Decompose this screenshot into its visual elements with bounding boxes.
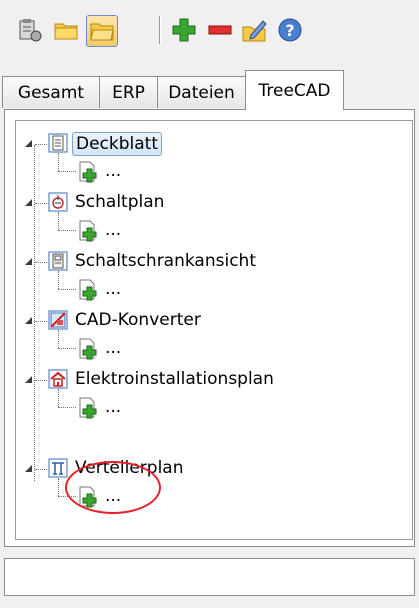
properties-icon <box>19 19 42 42</box>
distribution-icon <box>48 458 68 478</box>
expander-icon[interactable] <box>25 140 32 147</box>
tree-node-schaltplan[interactable]: Schaltplan <box>16 190 396 216</box>
add-item-icon <box>79 220 97 242</box>
add-item-icon <box>79 161 97 183</box>
add-icon <box>172 18 196 42</box>
folder-active-icon <box>90 23 114 41</box>
folder-active-button[interactable] <box>86 15 118 47</box>
expander-icon[interactable] <box>25 376 32 383</box>
tree-node-label[interactable]: CAD-Konverter <box>72 309 204 333</box>
help-button[interactable]: ? <box>274 14 306 46</box>
document-icon <box>48 133 68 153</box>
tree-child-add[interactable]: ... <box>16 212 216 242</box>
cad-converter-icon <box>48 310 68 330</box>
tree-child-label: ... <box>105 338 122 358</box>
add-button[interactable] <box>168 14 200 46</box>
tree-child-add[interactable]: ... <box>16 153 216 183</box>
cabinet-icon <box>48 251 68 271</box>
tree-child-label: ... <box>105 279 122 299</box>
properties-button[interactable] <box>14 14 46 46</box>
tree-node-schaltschrankansicht[interactable]: Schaltschrankansicht <box>16 249 396 275</box>
edit-button[interactable] <box>238 14 270 46</box>
tab-erp[interactable]: ERP <box>99 76 158 108</box>
tree-child-add[interactable]: ... <box>16 389 216 419</box>
expander-icon[interactable] <box>25 258 32 265</box>
toolbar-separator <box>159 16 161 44</box>
tree-child-add[interactable]: ... <box>16 271 216 301</box>
tree-node-label[interactable]: Schaltplan <box>72 191 167 215</box>
expander-icon[interactable] <box>25 465 32 472</box>
tree-node-label[interactable]: Deckblatt <box>72 132 163 156</box>
help-icon: ? <box>278 18 302 42</box>
edit-icon <box>242 20 267 42</box>
tab-dateien[interactable]: Dateien <box>157 76 246 108</box>
add-item-icon <box>79 397 97 419</box>
tree-node-deckblatt[interactable]: Deckblatt <box>16 131 396 157</box>
house-icon <box>48 369 68 389</box>
add-item-icon <box>79 279 97 301</box>
tree-node-label[interactable]: Schaltschrankansicht <box>72 250 259 274</box>
tree-child-label: ... <box>105 397 122 417</box>
toolbar: ? <box>0 0 419 62</box>
tree-node-cad-konverter[interactable]: CAD-Konverter <box>16 308 396 334</box>
tree-child-label: ... <box>105 220 122 240</box>
expander-icon[interactable] <box>25 317 32 324</box>
remove-icon <box>208 25 232 35</box>
svg-text:?: ? <box>285 21 294 40</box>
tree-node-elektroinstallationsplan[interactable]: Elektroinstallationsplan <box>16 367 396 393</box>
status-field[interactable] <box>4 558 415 596</box>
open-folder-button[interactable] <box>50 14 82 46</box>
add-item-icon <box>79 338 97 360</box>
open-folder-icon <box>54 23 78 40</box>
remove-button[interactable] <box>204 14 236 46</box>
tree-child-add[interactable]: ... <box>16 330 216 360</box>
tab-bar: Gesamt ERP Dateien TreeCAD <box>0 70 419 110</box>
schematic-icon <box>48 192 68 212</box>
expander-icon[interactable] <box>25 199 32 206</box>
tab-gesamt[interactable]: Gesamt <box>2 76 100 108</box>
highlight-ellipse <box>65 461 161 514</box>
tree-node-label[interactable]: Elektroinstallationsplan <box>72 368 277 392</box>
tree-child-label: ... <box>105 161 122 181</box>
tab-treecad[interactable]: TreeCAD <box>245 70 344 110</box>
